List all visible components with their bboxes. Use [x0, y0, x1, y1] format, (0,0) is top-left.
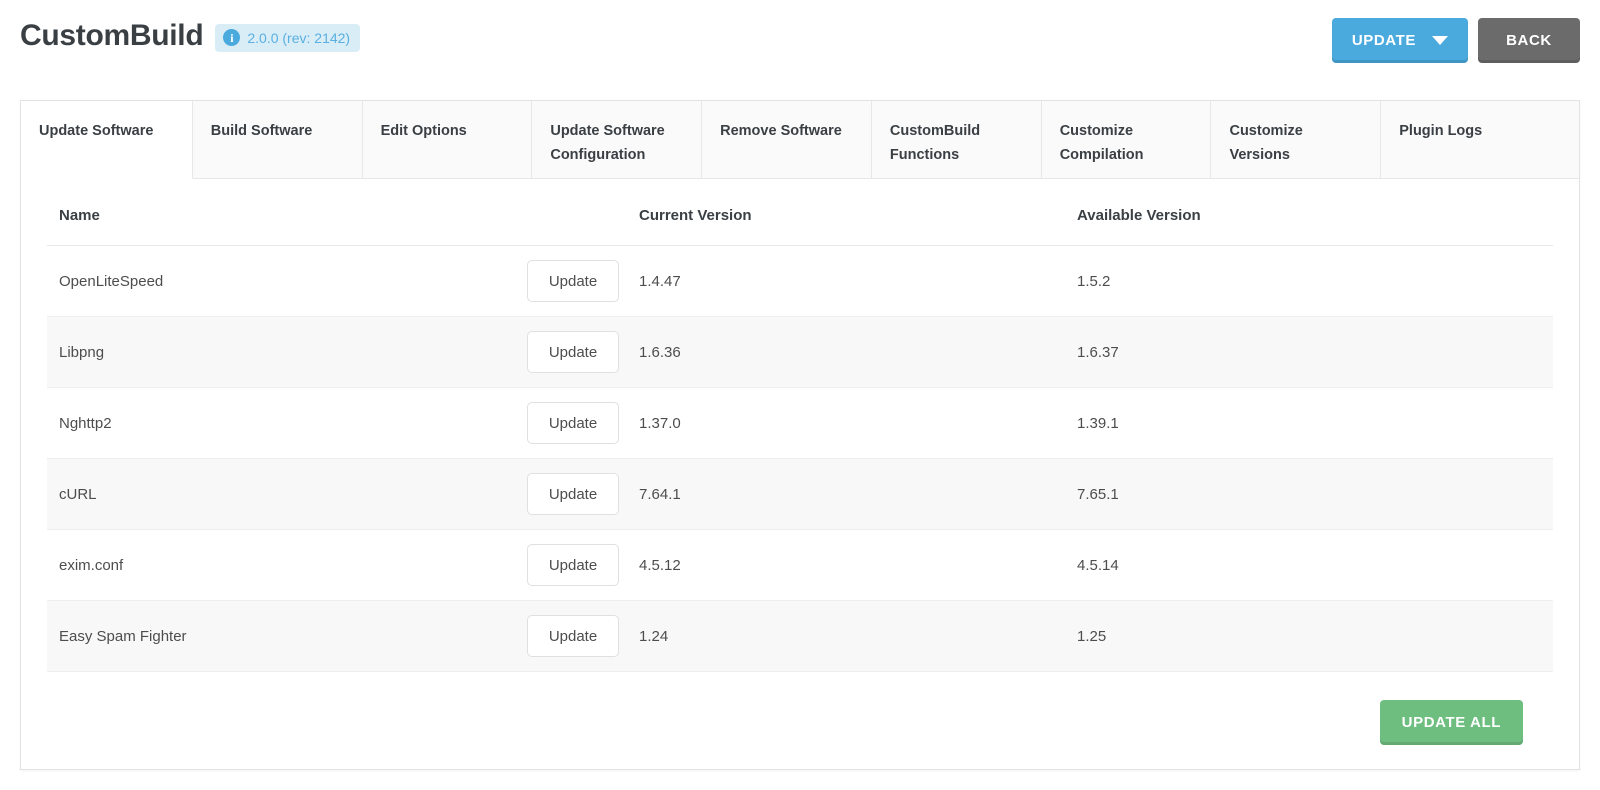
software-table: Name Current Version Available Version O…	[47, 179, 1553, 672]
update-dropdown-label: UPDATE	[1351, 32, 1416, 49]
cell-available: 1.6.37	[1077, 316, 1553, 388]
table-row: OpenLiteSpeed Update 1.4.47 1.5.2	[47, 245, 1553, 317]
tab-plugin-logs[interactable]: Plugin Logs	[1381, 101, 1579, 179]
update-dropdown-button[interactable]: UPDATE	[1331, 18, 1468, 63]
cell-current: 1.37.0	[639, 387, 1077, 459]
cell-action: Update	[527, 600, 639, 672]
tab-update-software-configuration[interactable]: Update Software Configuration	[532, 101, 703, 179]
table-footer-actions: UPDATE ALL	[47, 672, 1553, 745]
column-header-available-version: Available Version	[1077, 179, 1553, 246]
cell-current: 4.5.12	[639, 529, 1077, 601]
tab-customize-versions[interactable]: Customize Versions	[1211, 101, 1382, 179]
cell-available: 7.65.1	[1077, 458, 1553, 530]
cell-available: 1.25	[1077, 600, 1553, 672]
custombuild-page: CustomBuild i 2.0.0 (rev: 2142) UPDATE B…	[0, 0, 1600, 790]
chevron-down-icon	[1432, 36, 1448, 45]
row-update-button[interactable]: Update	[527, 473, 619, 515]
update-all-button[interactable]: UPDATE ALL	[1379, 700, 1523, 745]
cell-available: 1.5.2	[1077, 245, 1553, 317]
table-body: OpenLiteSpeed Update 1.4.47 1.5.2 Libpng…	[47, 245, 1553, 672]
column-header-current-version: Current Version	[639, 179, 1077, 246]
cell-current: 1.6.36	[639, 316, 1077, 388]
tab-customize-compilation[interactable]: Customize Compilation	[1041, 101, 1212, 179]
table-row: Libpng Update 1.6.36 1.6.37	[47, 316, 1553, 388]
table-header-row: Name Current Version Available Version	[47, 179, 1553, 246]
cell-available: 4.5.14	[1077, 529, 1553, 601]
tab-custombuild-functions[interactable]: CustomBuild Functions	[871, 101, 1042, 179]
cell-action: Update	[527, 316, 639, 388]
cell-current: 7.64.1	[639, 458, 1077, 530]
cell-action: Update	[527, 245, 639, 317]
tab-build-software[interactable]: Build Software	[192, 101, 363, 179]
page-header: CustomBuild i 2.0.0 (rev: 2142) UPDATE B…	[0, 0, 1600, 86]
row-update-button[interactable]: Update	[527, 402, 619, 444]
cell-action: Update	[527, 387, 639, 459]
tab-bar: Update Software Build Software Edit Opti…	[21, 101, 1579, 179]
table-row: Easy Spam Fighter Update 1.24 1.25	[47, 600, 1553, 672]
tab-update-software[interactable]: Update Software	[21, 101, 193, 179]
version-badge-label: 2.0.0 (rev: 2142)	[247, 29, 351, 46]
header-actions: UPDATE BACK	[1331, 18, 1580, 63]
page-title: CustomBuild	[20, 19, 204, 52]
cell-name: exim.conf	[47, 529, 527, 601]
cell-name: Libpng	[47, 316, 527, 388]
tab-edit-options[interactable]: Edit Options	[362, 101, 533, 179]
version-badge: i 2.0.0 (rev: 2142)	[215, 24, 361, 52]
column-header-action	[527, 179, 639, 246]
row-update-button[interactable]: Update	[527, 260, 619, 302]
back-button[interactable]: BACK	[1478, 18, 1580, 63]
row-update-button[interactable]: Update	[527, 331, 619, 373]
cell-action: Update	[527, 529, 639, 601]
row-update-button[interactable]: Update	[527, 615, 619, 657]
table-row: exim.conf Update 4.5.12 4.5.14	[47, 529, 1553, 601]
cell-name: cURL	[47, 458, 527, 530]
table-row: Nghttp2 Update 1.37.0 1.39.1	[47, 387, 1553, 459]
table-head: Name Current Version Available Version	[47, 179, 1553, 246]
column-header-name: Name	[47, 179, 527, 246]
title-area: CustomBuild i 2.0.0 (rev: 2142)	[20, 18, 361, 54]
cell-name: Nghttp2	[47, 387, 527, 459]
tab-remove-software[interactable]: Remove Software	[702, 101, 872, 179]
cell-action: Update	[527, 458, 639, 530]
cell-available: 1.39.1	[1077, 387, 1553, 459]
cell-name: Easy Spam Fighter	[47, 600, 527, 672]
software-table-area: Name Current Version Available Version O…	[21, 179, 1579, 745]
info-icon: i	[223, 29, 241, 46]
row-update-button[interactable]: Update	[527, 544, 619, 586]
content-card: Update Software Build Software Edit Opti…	[20, 100, 1580, 770]
table-row: cURL Update 7.64.1 7.65.1	[47, 458, 1553, 530]
cell-name: OpenLiteSpeed	[47, 245, 527, 317]
cell-current: 1.4.47	[639, 245, 1077, 317]
cell-current: 1.24	[639, 600, 1077, 672]
